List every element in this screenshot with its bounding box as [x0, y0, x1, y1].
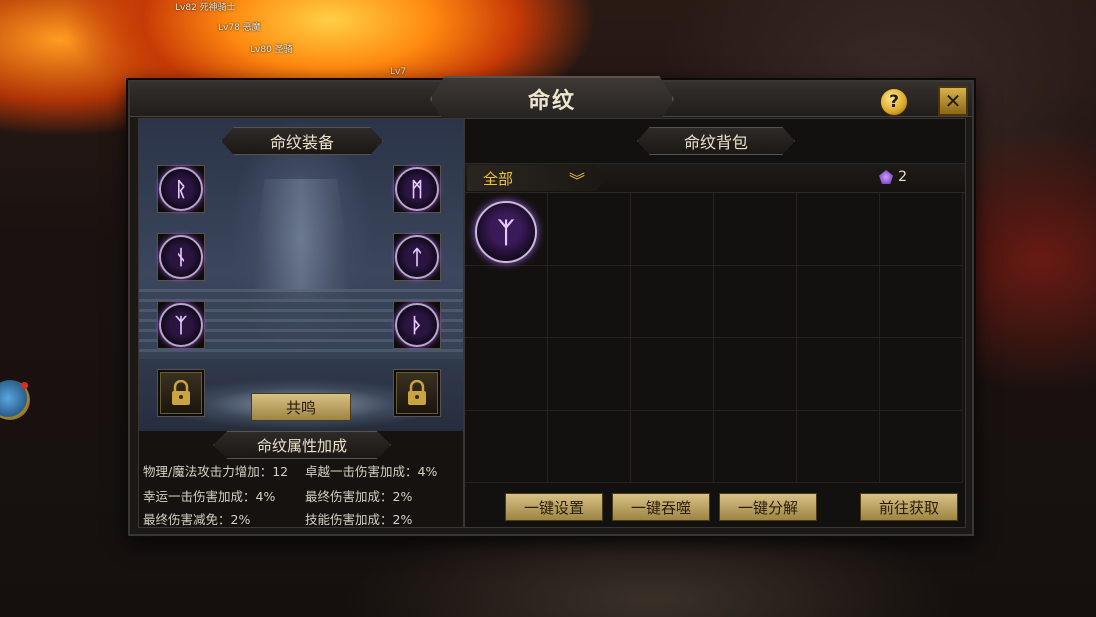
bag-cell[interactable] — [714, 338, 797, 411]
bag-cell[interactable] — [631, 265, 714, 338]
bag-cell[interactable] — [714, 265, 797, 338]
rune-equip-panel: 命纹装备 ᚱ ᛗ ᚾ ᛏ ᛉ ᚦ 共鸣 命纹属性加成 物理/魔法攻击力增加：12… — [138, 118, 464, 528]
bag-cell[interactable] — [465, 410, 548, 483]
bag-cell[interactable] — [548, 410, 631, 483]
attr-line: 最终伤害减免：2% — [143, 512, 251, 527]
attr-line: 幸运一击伤害加成：4% — [143, 489, 276, 504]
rune-count-value: 2 — [898, 169, 907, 185]
attr-line: 卓越一击伤害加成：4% — [305, 464, 438, 479]
bag-cell[interactable] — [631, 410, 714, 483]
go-obtain-button[interactable]: 前往获取 — [860, 493, 958, 521]
close-button[interactable]: ✕ — [938, 86, 968, 116]
resonate-button[interactable]: 共鸣 — [251, 393, 351, 421]
rune-slot[interactable]: ᚱ — [157, 165, 205, 213]
bag-cell[interactable] — [714, 193, 797, 266]
attr-line: 技能伤害加成：2% — [305, 512, 413, 527]
locked-slot[interactable] — [393, 369, 441, 417]
attr-section: 命纹属性加成 物理/魔法攻击力增加：12 卓越一击伤害加成：4% 幸运一击伤害加… — [139, 431, 463, 527]
chevron-down-icon: ︾ — [569, 171, 586, 190]
locked-slot[interactable] — [157, 369, 205, 417]
bag-cell[interactable] — [880, 338, 963, 411]
rune-count: 2 — [879, 169, 907, 185]
altar-pillar — [249, 179, 353, 299]
player-nameplate: Lv82 死神骑士 — [175, 3, 236, 13]
bag-cell[interactable] — [714, 410, 797, 483]
rune-window: 命纹 ? ✕ 命纹装备 ᚱ ᛗ ᚾ ᛏ ᛉ ᚦ 共鸣 命纹属性加成 物理/魔法攻 — [128, 76, 974, 536]
rune-item-icon[interactable]: ᛉ — [475, 201, 537, 263]
bag-cell[interactable] — [465, 265, 548, 338]
player-nameplate: Lv78 恶魔 — [218, 23, 261, 33]
rune-shard-icon — [879, 170, 894, 184]
rune-icon: ᚾ — [159, 235, 203, 279]
bag-cell[interactable] — [797, 265, 880, 338]
player-nameplate: Lv7 — [390, 67, 407, 77]
bag-cell[interactable] — [631, 193, 714, 266]
bag-cell[interactable] — [465, 338, 548, 411]
attr-line: 物理/魔法攻击力增加：12 — [143, 464, 289, 479]
bag-cell[interactable] — [548, 265, 631, 338]
rune-slot[interactable]: ᚾ — [157, 233, 205, 281]
attr-header: 命纹属性加成 — [213, 431, 391, 459]
lock-icon — [396, 372, 438, 414]
attr-line: 最终伤害加成：2% — [305, 489, 413, 504]
rune-slot[interactable]: ᛗ — [393, 165, 441, 213]
notification-dot — [21, 382, 28, 389]
bag-cell[interactable] — [548, 193, 631, 266]
bag-cell[interactable] — [797, 338, 880, 411]
rune-bag-panel: 命纹背包 全部 ︾ 2 ᛉ 一键设置 一键吞噬 一键分解 前往获取 — [464, 118, 966, 528]
rune-icon: ᛉ — [159, 303, 203, 347]
rune-slot[interactable]: ᛏ — [393, 233, 441, 281]
auto-devour-button[interactable]: 一键吞噬 — [612, 493, 710, 521]
bag-cell[interactable] — [797, 410, 880, 483]
auto-equip-button[interactable]: 一键设置 — [505, 493, 603, 521]
rune-icon: ᛏ — [395, 235, 439, 279]
rune-icon: ᚦ — [395, 303, 439, 347]
rune-slot[interactable]: ᚦ — [393, 301, 441, 349]
bag-cell[interactable] — [880, 193, 963, 266]
bag-cell[interactable] — [548, 338, 631, 411]
bag-cell[interactable] — [880, 410, 963, 483]
window-title: 命纹 — [430, 76, 674, 122]
rune-icon: ᛗ — [395, 167, 439, 211]
filter-dropdown[interactable]: 全部 ︾ — [467, 165, 607, 191]
filter-value: 全部 — [483, 169, 514, 188]
bag-cell[interactable] — [880, 265, 963, 338]
bag-cell[interactable] — [631, 338, 714, 411]
help-button[interactable]: ? — [880, 88, 908, 116]
rune-icon: ᚱ — [159, 167, 203, 211]
player-nameplate: Lv80 圣骑 — [250, 45, 293, 55]
rune-slot[interactable]: ᛉ — [157, 301, 205, 349]
bag-header: 命纹背包 — [637, 127, 795, 155]
auto-decompose-button[interactable]: 一键分解 — [719, 493, 817, 521]
bag-grid: ᛉ — [465, 193, 963, 483]
lock-icon — [160, 372, 202, 414]
bag-cell[interactable] — [797, 193, 880, 266]
bag-cell[interactable]: ᛉ — [465, 193, 548, 266]
filter-bar: 全部 ︾ 2 — [465, 163, 965, 193]
title-bar: 命纹 ? ✕ — [130, 76, 972, 122]
equip-header: 命纹装备 — [221, 127, 383, 155]
